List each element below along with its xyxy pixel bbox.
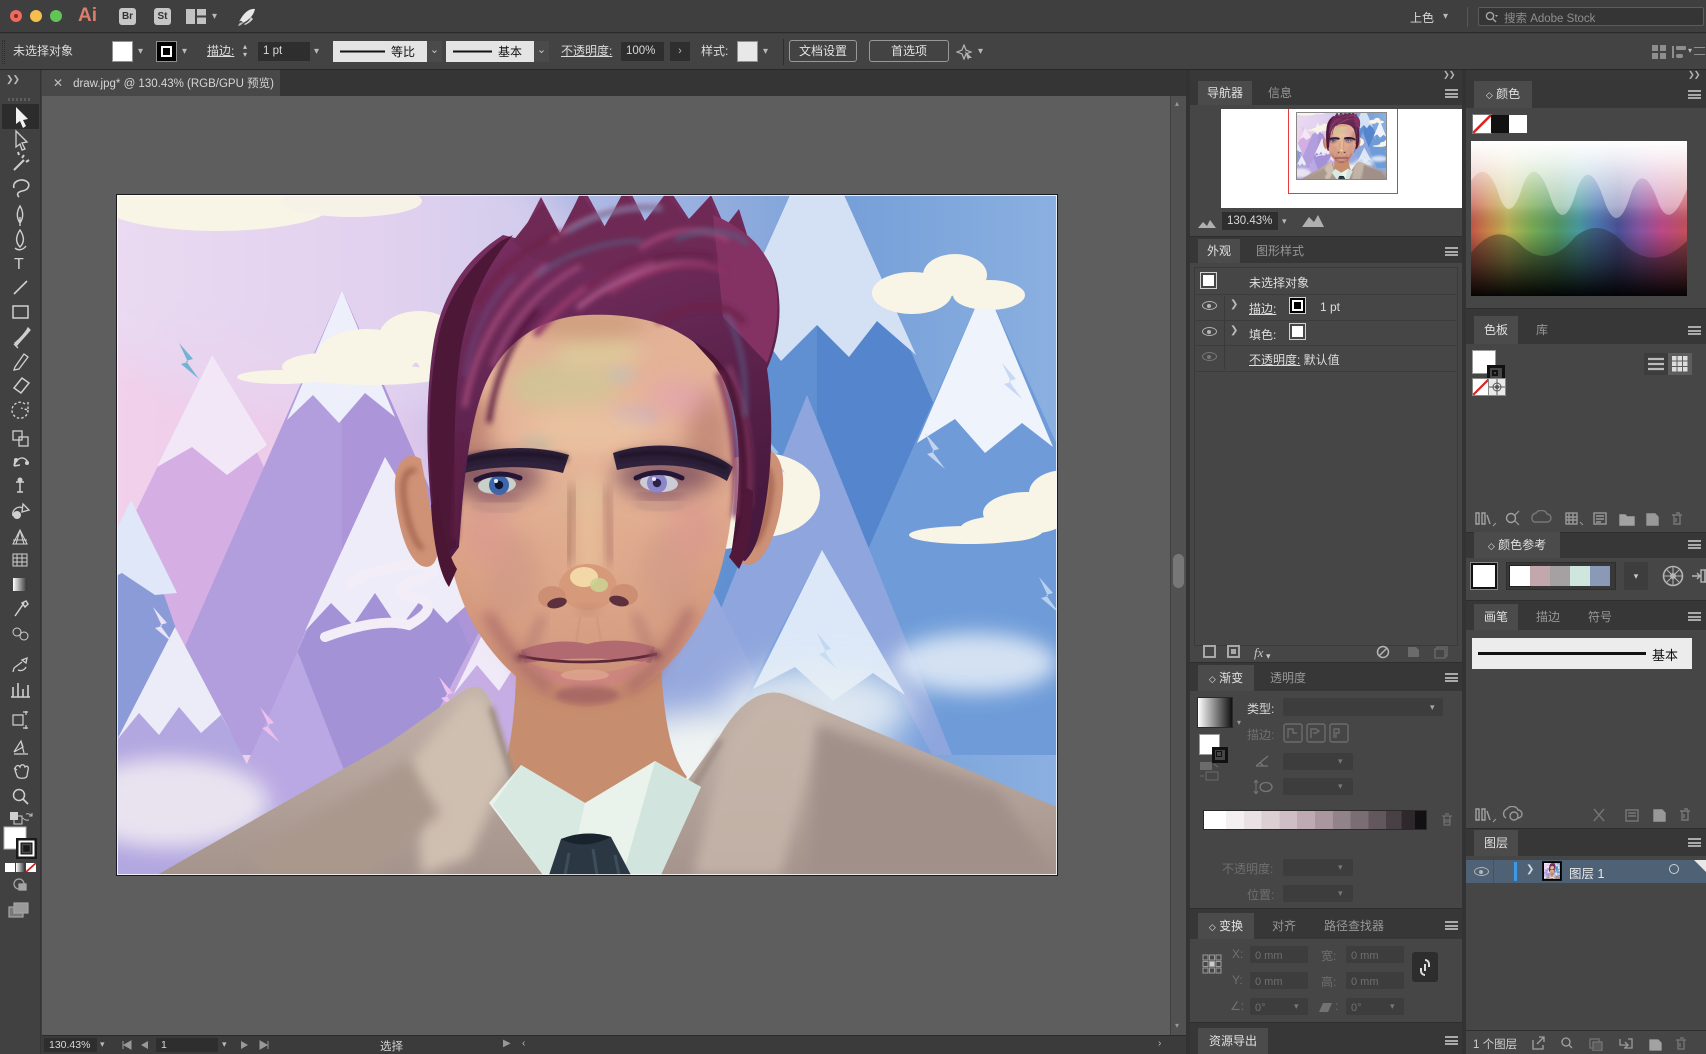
- svg-text:fx: fx: [1254, 645, 1264, 660]
- svg-text:▾: ▾: [1266, 651, 1271, 660]
- svg-text:T: T: [14, 256, 24, 273]
- svg-text:等比: 等比: [391, 45, 415, 59]
- svg-text:基本: 基本: [498, 45, 522, 59]
